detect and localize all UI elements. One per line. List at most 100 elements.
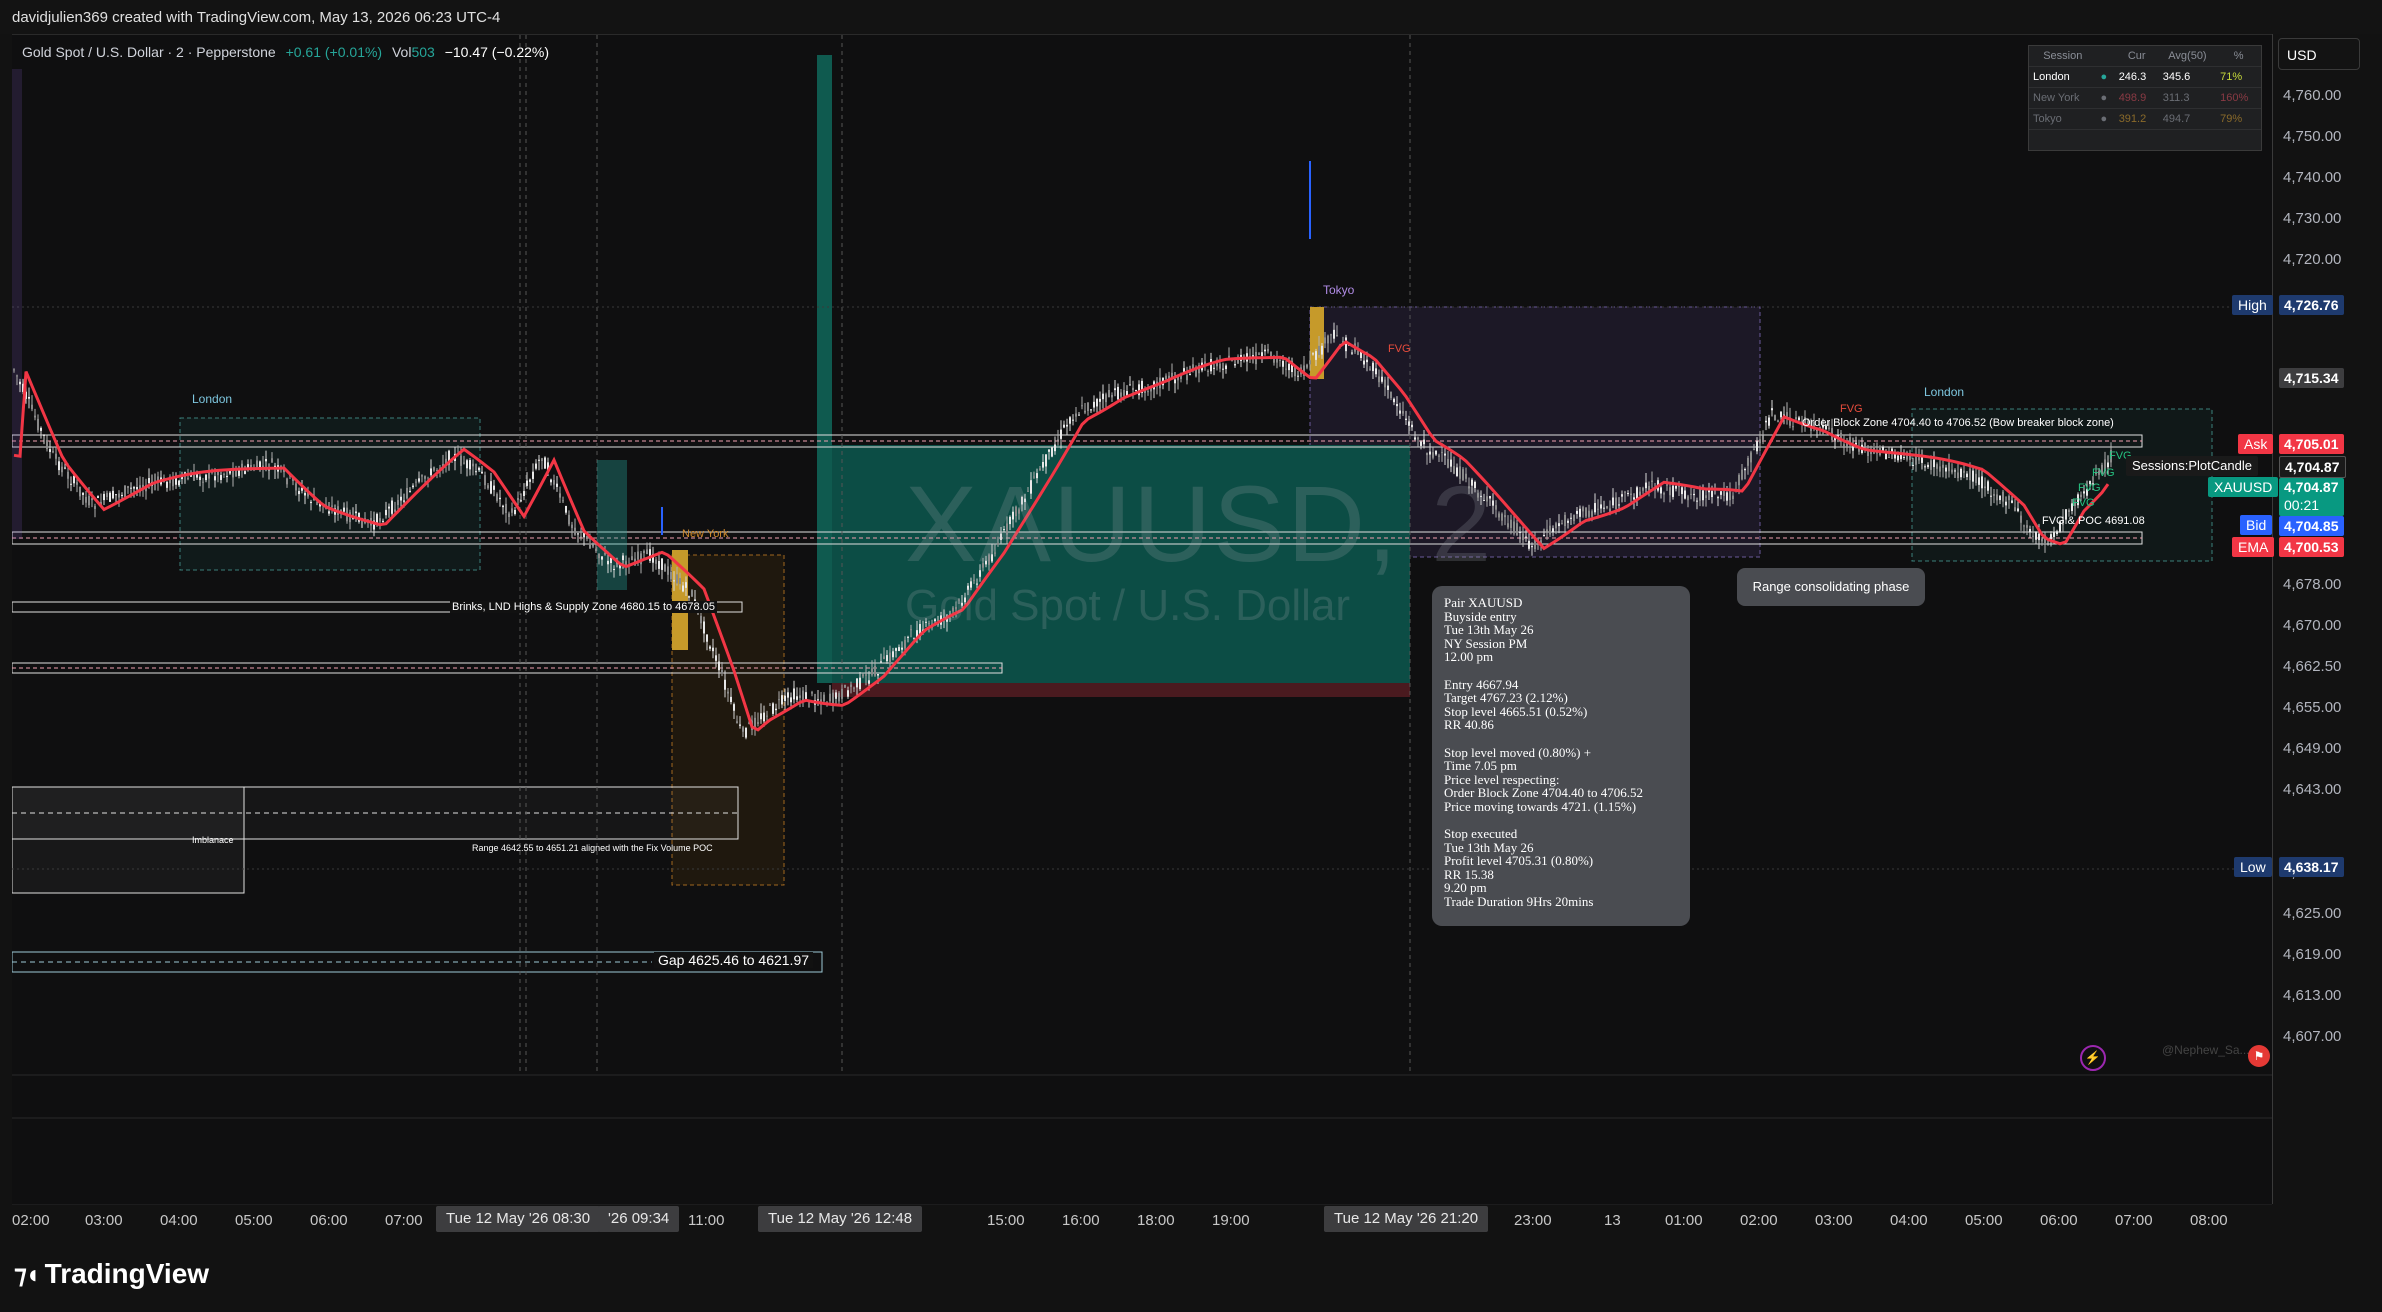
candle-body [19, 381, 21, 385]
trade-note-line: Target 4767.23 (2.12%) [1444, 690, 1568, 706]
candle-body [196, 474, 198, 478]
candle-body [1597, 508, 1599, 510]
candle-body [124, 485, 126, 498]
flag-icon[interactable]: ⚑ [2248, 1045, 2270, 1067]
newyork-session-label: New York [682, 528, 729, 540]
candle-body [1636, 487, 1638, 499]
symbol-value-tag: 4,704.87 00:21 [2279, 478, 2344, 516]
candle-body [1639, 491, 1641, 496]
entry-bar [817, 55, 832, 683]
candle-body [205, 474, 207, 481]
session-table-header: Session Cur Avg(50) % [2029, 46, 2261, 67]
imbalance-label: Imblanace [192, 835, 234, 845]
candle-body [1552, 528, 1554, 533]
trade-note-line: Stop level moved (0.80%) + [1444, 744, 1592, 760]
crosshair-time-1: Tue 12 May '26 08:30 [436, 1206, 601, 1232]
candle-body [706, 634, 708, 642]
candle-body [1375, 368, 1377, 375]
symbol-legend[interactable]: Gold Spot / U.S. Dollar · 2 · Pepperston… [22, 44, 555, 60]
candle-body [328, 511, 330, 514]
candle-body [118, 493, 120, 498]
candle-body [1258, 353, 1260, 355]
candle-body [1924, 466, 1926, 468]
candle-body [1627, 493, 1629, 495]
candle-body [412, 485, 414, 488]
candle-body [1615, 497, 1617, 509]
candle-body [802, 690, 804, 701]
candle-body [721, 669, 723, 674]
candle-body [1084, 410, 1086, 413]
author-caption: davidjulien369 created with TradingView.… [12, 9, 501, 26]
candle-body [265, 459, 267, 462]
candle-body [1048, 449, 1050, 452]
candle-body [661, 558, 663, 570]
candle-body [850, 684, 852, 687]
trade-note-line: Time 7.05 pm [1444, 758, 1517, 774]
tradingview-brand: TradingView [44, 1258, 210, 1289]
candle-body [166, 481, 168, 488]
time-tick: 06:00 [310, 1212, 348, 1229]
candle-body [1936, 464, 1938, 469]
candle-body [1411, 424, 1413, 428]
candle-body [1219, 363, 1221, 369]
candle-body [1306, 364, 1308, 368]
ema-label: EMA [2232, 537, 2275, 557]
candle-body [484, 475, 486, 486]
candle-body [799, 695, 801, 698]
candle-body [1318, 345, 1320, 355]
candle-body [1315, 351, 1317, 360]
price-tick: 4,740.00 [2283, 169, 2342, 186]
candle-body [1078, 414, 1080, 416]
candle-body [1330, 334, 1332, 336]
candle-body [1111, 394, 1113, 398]
candle-body [1732, 495, 1734, 500]
lightning-icon[interactable]: ⚡ [2080, 1045, 2106, 1071]
candle-body [1993, 494, 1995, 496]
candle-body [109, 492, 111, 502]
candle-body [565, 505, 567, 513]
time-tick: 05:00 [235, 1212, 273, 1229]
candle-body [1396, 404, 1398, 407]
price-axis[interactable]: 4,760.00 4,750.00 4,740.00 4,730.00 4,720.00… [2272, 34, 2365, 1204]
trade-note-line: Entry 4667.94 [1444, 676, 1519, 692]
candle-body [535, 463, 537, 469]
currency-button[interactable]: USD [2278, 38, 2360, 70]
candle-body [76, 482, 78, 485]
trade-note-line: Pair XAUUSD [1444, 595, 1523, 610]
candle-body [847, 690, 849, 697]
candle-body [1780, 411, 1782, 418]
candle-body [1663, 493, 1665, 495]
candle-body [2029, 528, 2031, 533]
session-stats-table: Session Cur Avg(50) % London ● 246.3 345… [2028, 45, 2262, 151]
candle-body [553, 480, 555, 485]
candle-body [1630, 493, 1632, 496]
top-caption-bar: davidjulien369 created with TradingView.… [0, 0, 2382, 34]
candle-body [1666, 484, 1668, 486]
candle-body [1594, 503, 1596, 513]
candle-body [643, 550, 645, 554]
chart-pane[interactable]: London Tokyo New York London FVG FVG FVG… [12, 34, 2272, 1232]
candle-body [1528, 540, 1530, 549]
legend-symbol[interactable]: Gold Spot / U.S. Dollar · 2 · Pepperston… [22, 44, 276, 60]
candle-body [1564, 514, 1566, 527]
candle-body [1516, 523, 1518, 536]
candle-body [2038, 533, 2040, 541]
candle-body [691, 590, 693, 597]
legend-delta: −10.47 (−0.22%) [444, 44, 549, 60]
candle-body [574, 527, 576, 535]
price-tick: 4,613.00 [2283, 987, 2342, 1004]
candle-body [493, 485, 495, 490]
candle-body [700, 615, 702, 624]
candle-body [1696, 500, 1698, 502]
candle-body [199, 476, 201, 480]
candle-body [583, 533, 585, 538]
candle-body [1186, 375, 1188, 381]
trade-note-line: 12.00 pm [1444, 649, 1494, 665]
candle-body [709, 646, 711, 649]
candle-body [1285, 368, 1287, 370]
candle-body [529, 479, 531, 482]
candle-body [745, 727, 747, 738]
candle-body [670, 571, 672, 580]
candle-body [667, 566, 669, 575]
tradingview-logo[interactable]: ⁊◖ TradingView [14, 1258, 209, 1290]
